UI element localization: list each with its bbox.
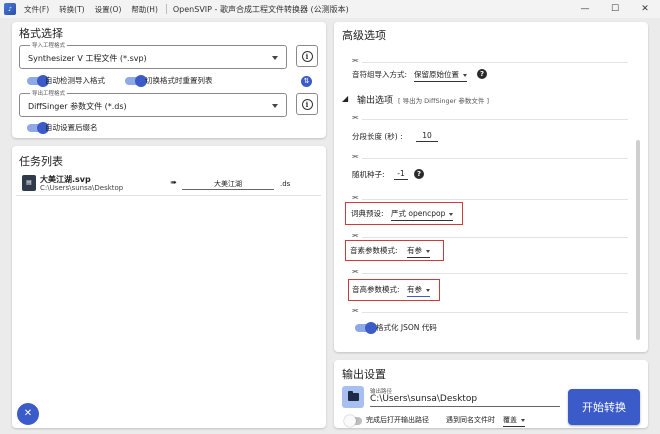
task-divider: [16, 195, 321, 196]
swap-format-icon[interactable]: ⇅: [301, 76, 312, 87]
import-format-label: 导入工程格式: [30, 41, 68, 49]
export-info-button[interactable]: i: [296, 93, 318, 115]
segment-length-label: 分段长度 (秒) :: [352, 132, 403, 141]
close-icon[interactable]: ✕: [630, 0, 660, 18]
dict-preset-label: 词典预设:: [351, 209, 384, 218]
export-format-value: DiffSinger 参数文件 (*.ds): [28, 102, 127, 111]
pitch-mode-label: 音高参数模式:: [352, 285, 400, 294]
auto-detect-label: 自动检测导入格式: [45, 76, 105, 85]
window-title: OpenSVIP - 歌声合成工程文件转换器 (公测版本): [172, 4, 349, 14]
start-convert-button[interactable]: 开始转换: [568, 389, 640, 425]
phoneme-mode-label: 音素参数模式:: [350, 246, 398, 255]
file-icon: ▤: [22, 175, 36, 191]
task-list-heading: 任务列表: [19, 155, 63, 168]
import-format-select[interactable]: 导入工程格式 Synthesizer V 工程文件 (*.svp): [19, 41, 287, 69]
open-after-toggle[interactable]: [344, 415, 362, 427]
option-row-icon: ⫘: [352, 267, 359, 275]
info-icon: i: [301, 98, 313, 110]
conflict-select[interactable]: 覆盖: [503, 415, 525, 427]
option-row-icon: ⫘: [352, 56, 359, 64]
import-info-button[interactable]: i: [296, 45, 318, 67]
auto-rename-toggle[interactable]: [27, 122, 49, 134]
open-after-label: 完成后打开输出路径: [366, 416, 429, 424]
title-separator: [165, 4, 167, 14]
option-row-icon: ⫘: [352, 152, 359, 160]
format-heading: 格式选择: [19, 27, 63, 40]
option-row-icon: ⫘: [352, 113, 359, 121]
chevron-down-icon: [272, 56, 278, 60]
output-heading: 输出设置: [342, 368, 386, 381]
info-icon: i: [301, 50, 313, 62]
window-controls: — ☐ ✕: [570, 0, 660, 18]
task-file-path: C:\Users\sunsa\Desktop: [40, 184, 124, 192]
pitch-mode-value: 有参: [407, 285, 422, 294]
conflict-value: 覆盖: [503, 416, 517, 424]
maximize-icon[interactable]: ☐: [600, 0, 630, 18]
export-format-label: 导出工程格式: [30, 89, 68, 97]
note-import-value: 保留原始位置: [414, 70, 459, 79]
menu-help[interactable]: 帮助(H): [131, 4, 158, 15]
minimize-icon[interactable]: —: [570, 0, 600, 18]
folder-icon: [347, 391, 359, 401]
menu-file[interactable]: 文件(F): [24, 4, 49, 15]
chevron-down-icon: [521, 418, 525, 422]
pitch-mode-select[interactable]: 有参: [407, 284, 430, 297]
help-icon[interactable]: ?: [414, 169, 424, 179]
note-import-select[interactable]: 保留原始位置: [414, 69, 467, 82]
chevron-down-icon: [449, 212, 454, 216]
note-import-label: 音符组导入方式:: [352, 70, 408, 79]
output-path-input[interactable]: C:\Users\sunsa\Desktop: [370, 394, 560, 407]
dict-preset-value: 严式 opencpop: [391, 209, 446, 218]
chevron-down-icon: [272, 104, 278, 108]
collapse-icon[interactable]: ◢: [342, 94, 348, 103]
tools-fab-button[interactable]: ✕: [17, 403, 39, 425]
help-icon[interactable]: ?: [477, 69, 487, 79]
option-divider: [362, 273, 628, 274]
browse-folder-button[interactable]: [342, 386, 364, 408]
auto-rename-label: 自动设置后缀名: [45, 123, 98, 132]
dict-preset-select[interactable]: 严式 opencpop: [391, 208, 454, 221]
option-divider: [362, 158, 628, 159]
output-section-note: [ 导出为 DiffSinger 参数文件 ]: [398, 97, 489, 105]
option-divider: [362, 119, 628, 120]
output-name-input[interactable]: 大美江湖: [182, 179, 274, 190]
app-logo-icon: ♪: [4, 3, 16, 15]
menu-settings[interactable]: 设置(O): [95, 4, 122, 15]
reset-list-toggle[interactable]: [125, 75, 147, 87]
option-divider: [362, 237, 628, 238]
advanced-heading: 高级选项: [342, 29, 386, 42]
phoneme-mode-select[interactable]: 有参: [407, 245, 430, 258]
option-row-icon: ⫘: [352, 306, 359, 314]
option-divider: [362, 199, 628, 200]
chevron-down-icon: [426, 288, 430, 292]
option-divider: [362, 312, 628, 313]
advanced-scrollbar[interactable]: [636, 140, 640, 340]
conflict-label: 遇到同名文件时: [446, 416, 495, 424]
json-format-toggle[interactable]: [355, 322, 377, 334]
option-row-icon: ⫘: [352, 231, 359, 239]
import-format-value: Synthesizer V 工程文件 (*.svp): [28, 54, 147, 63]
output-section-title: 输出选项: [357, 96, 394, 106]
random-seed-label: 随机种子:: [352, 170, 385, 179]
reset-list-label: 切换格式时重置列表: [145, 76, 213, 85]
output-extension: .ds: [280, 180, 291, 188]
title-bar: ♪ 文件(F) 转换(T) 设置(O) 帮助(H) OpenSVIP - 歌声合…: [0, 0, 660, 18]
json-format-label: 格式化 JSON 代码: [376, 323, 437, 332]
chevron-down-icon: [463, 73, 467, 77]
arrow-right-icon: ➠: [170, 178, 177, 187]
menu-bar: 文件(F) 转换(T) 设置(O) 帮助(H): [24, 4, 158, 15]
menu-convert[interactable]: 转换(T): [59, 4, 84, 15]
option-row-icon: ⫘: [352, 193, 359, 201]
option-divider: [362, 62, 628, 63]
segment-length-input[interactable]: 10: [416, 131, 438, 142]
auto-detect-toggle[interactable]: [27, 75, 49, 87]
export-format-select[interactable]: 导出工程格式 DiffSinger 参数文件 (*.ds): [19, 89, 287, 117]
phoneme-mode-value: 有参: [407, 246, 422, 255]
chevron-down-icon: [426, 249, 430, 253]
random-seed-input[interactable]: -1: [394, 169, 408, 180]
